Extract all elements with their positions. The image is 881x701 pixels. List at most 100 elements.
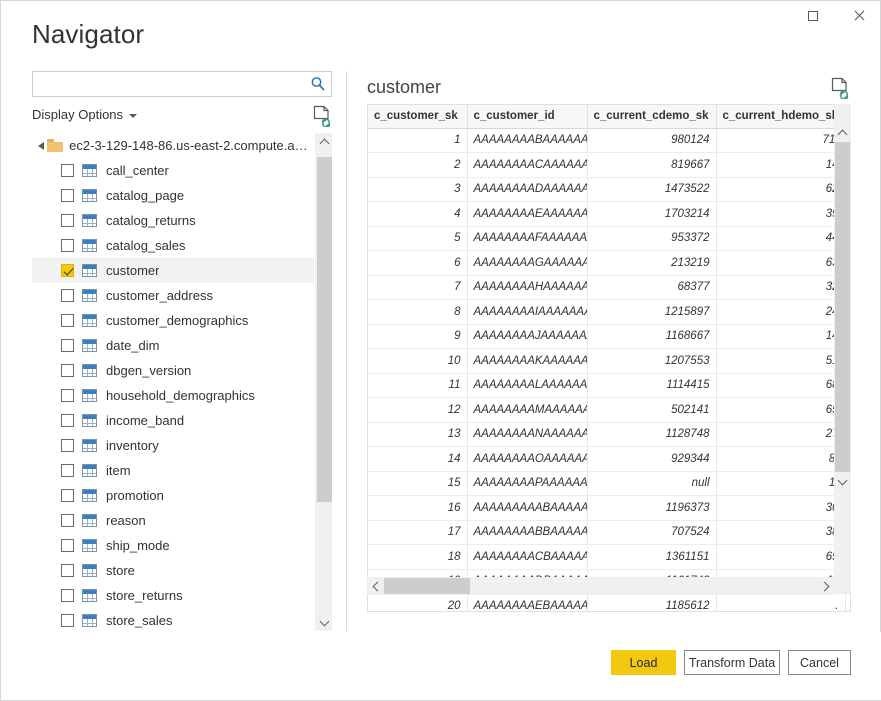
search-input[interactable] [33, 72, 305, 96]
table-cell: 1703214 [587, 202, 716, 227]
table-row[interactable]: 8AAAAAAAAIAAAAAAA121589724 [368, 300, 851, 325]
tree-root-node[interactable]: ec2-3-129-148-86.us-east-2.compute.amaz.… [32, 133, 314, 158]
document-refresh-icon[interactable] [830, 77, 850, 99]
table-row[interactable]: 15AAAAAAAAPAAAAAAAnull1. [368, 471, 851, 496]
checkbox-call-center[interactable] [61, 164, 74, 177]
column-header[interactable]: c_current_hdemo_sk [716, 105, 845, 128]
checkbox-reason[interactable] [61, 514, 74, 527]
checkbox-catalog-returns[interactable] [61, 214, 74, 227]
tree-scrollbar-thumb[interactable] [317, 157, 332, 502]
column-header[interactable]: c_customer_id [467, 105, 587, 128]
tree-item-promotion[interactable]: promotion [32, 483, 314, 508]
tree-item-catalog-sales[interactable]: catalog_sales [32, 233, 314, 258]
checkbox-store-returns[interactable] [61, 589, 74, 602]
table-row[interactable]: 2AAAAAAAACAAAAAAA81966714 [368, 153, 851, 178]
checkbox-customer[interactable] [61, 264, 74, 277]
tree-item-customer-demographics[interactable]: customer_demographics [32, 308, 314, 333]
table-row[interactable]: 13AAAAAAAANAAAAAAA112874827 [368, 422, 851, 447]
table-row[interactable]: 10AAAAAAAAKAAAAAAA120755351 [368, 349, 851, 374]
tree-scroll-down-button[interactable] [316, 614, 333, 631]
checkbox-customer-address[interactable] [61, 289, 74, 302]
tree-item-catalog-page[interactable]: catalog_page [32, 183, 314, 208]
table-cell: 1168667 [587, 324, 716, 349]
table-row[interactable]: 18AAAAAAAACBAAAAAA136115165 [368, 545, 851, 570]
tree-item-income-band[interactable]: income_band [32, 408, 314, 433]
checkbox-dbgen-version[interactable] [61, 364, 74, 377]
grid-scroll-right-button[interactable] [817, 577, 834, 595]
close-icon [853, 10, 865, 22]
checkbox-income-band[interactable] [61, 414, 74, 427]
table-row[interactable]: 1AAAAAAAABAAAAAAA98012471. [368, 128, 851, 153]
table-row[interactable]: 5AAAAAAAAFAAAAAAA95337244 [368, 226, 851, 251]
table-row[interactable]: 12AAAAAAAAMAAAAAAA50214165 [368, 398, 851, 423]
table-cell: 929344 [587, 447, 716, 472]
tree-scroll-up-button[interactable] [316, 133, 333, 150]
column-header[interactable]: c_customer_sk [368, 105, 467, 128]
tree-item-date-dim[interactable]: date_dim [32, 333, 314, 358]
preview-title: customer [367, 77, 441, 98]
grid-scroll-left-button[interactable] [367, 577, 384, 595]
table-row[interactable]: 3AAAAAAAADAAAAAAA147352262 [368, 177, 851, 202]
table-cell: 8. [716, 447, 845, 472]
maximize-button[interactable] [790, 1, 836, 31]
tree-item-label: customer_address [106, 288, 213, 303]
table-row[interactable]: 9AAAAAAAAJAAAAAAA116866714 [368, 324, 851, 349]
table-row[interactable]: 7AAAAAAAAHAAAAAAA6837732 [368, 275, 851, 300]
table-cell: AAAAAAAAABAAAAAA [467, 496, 587, 521]
tree-item-customer[interactable]: customer [32, 258, 314, 283]
display-options-button[interactable]: Display Options [32, 107, 137, 122]
tree-scrollbar[interactable] [315, 133, 332, 631]
tree-item-store[interactable]: store [32, 558, 314, 583]
tree-item-reason[interactable]: reason [32, 508, 314, 533]
grid-horizontal-scrollbar-thumb[interactable] [384, 578, 470, 594]
expand-collapse-icon[interactable] [34, 133, 47, 158]
tree-item-store-returns[interactable]: store_returns [32, 583, 314, 608]
cancel-button[interactable]: Cancel [788, 650, 851, 675]
preview-pane: customer c_customer_skc_customer_idc_cur… [367, 71, 851, 631]
search-icon[interactable] [309, 75, 327, 93]
grid-vertical-scrollbar[interactable] [834, 104, 851, 593]
table-cell: 11 [368, 373, 467, 398]
checkbox-household-demographics[interactable] [61, 389, 74, 402]
checkbox-catalog-sales[interactable] [61, 239, 74, 252]
tree-item-store-sales[interactable]: store_sales [32, 608, 314, 631]
checkbox-date-dim[interactable] [61, 339, 74, 352]
checkbox-promotion[interactable] [61, 489, 74, 502]
checkbox-catalog-page[interactable] [61, 189, 74, 202]
checkbox-inventory[interactable] [61, 439, 74, 452]
tree-item-catalog-returns[interactable]: catalog_returns [32, 208, 314, 233]
table-row[interactable]: 11AAAAAAAALAAAAAAA111441568 [368, 373, 851, 398]
table-row[interactable]: 20AAAAAAAAEBAAAAAA1185612. [368, 594, 851, 613]
transform-data-button[interactable]: Transform Data [684, 650, 780, 675]
table-cell: 707524 [587, 520, 716, 545]
checkbox-item[interactable] [61, 464, 74, 477]
close-button[interactable] [836, 1, 881, 31]
load-button[interactable]: Load [611, 650, 676, 675]
table-row[interactable]: 16AAAAAAAAABAAAAAA119637330 [368, 496, 851, 521]
grid-horizontal-scrollbar[interactable] [367, 577, 834, 595]
checkbox-customer-demographics[interactable] [61, 314, 74, 327]
table-row[interactable]: 4AAAAAAAAEAAAAAAA170321439 [368, 202, 851, 227]
grid-scroll-down-button[interactable] [834, 472, 851, 491]
tree-item-dbgen-version[interactable]: dbgen_version [32, 358, 314, 383]
grid-scroll-up-button[interactable] [834, 123, 851, 142]
tree-item-household-demographics[interactable]: household_demographics [32, 383, 314, 408]
grid-vertical-scrollbar-thumb[interactable] [835, 142, 850, 472]
search-box[interactable] [32, 71, 332, 97]
tree-item-call-center[interactable]: call_center [32, 158, 314, 183]
tree-item-item[interactable]: item [32, 458, 314, 483]
table-row[interactable]: 6AAAAAAAAGAAAAAAA21321963 [368, 251, 851, 276]
table-icon [82, 439, 97, 452]
checkbox-store[interactable] [61, 564, 74, 577]
column-header[interactable]: c_current_cdemo_sk [587, 105, 716, 128]
chevron-down-icon [129, 114, 137, 118]
document-refresh-icon[interactable] [312, 105, 332, 127]
table-icon [82, 514, 97, 527]
tree-item-customer-address[interactable]: customer_address [32, 283, 314, 308]
tree-item-inventory[interactable]: inventory [32, 433, 314, 458]
tree-item-ship-mode[interactable]: ship_mode [32, 533, 314, 558]
table-row[interactable]: 14AAAAAAAAOAAAAAAA9293448. [368, 447, 851, 472]
table-row[interactable]: 17AAAAAAAABBAAAAAA70752438 [368, 520, 851, 545]
checkbox-store-sales[interactable] [61, 614, 74, 627]
checkbox-ship-mode[interactable] [61, 539, 74, 552]
